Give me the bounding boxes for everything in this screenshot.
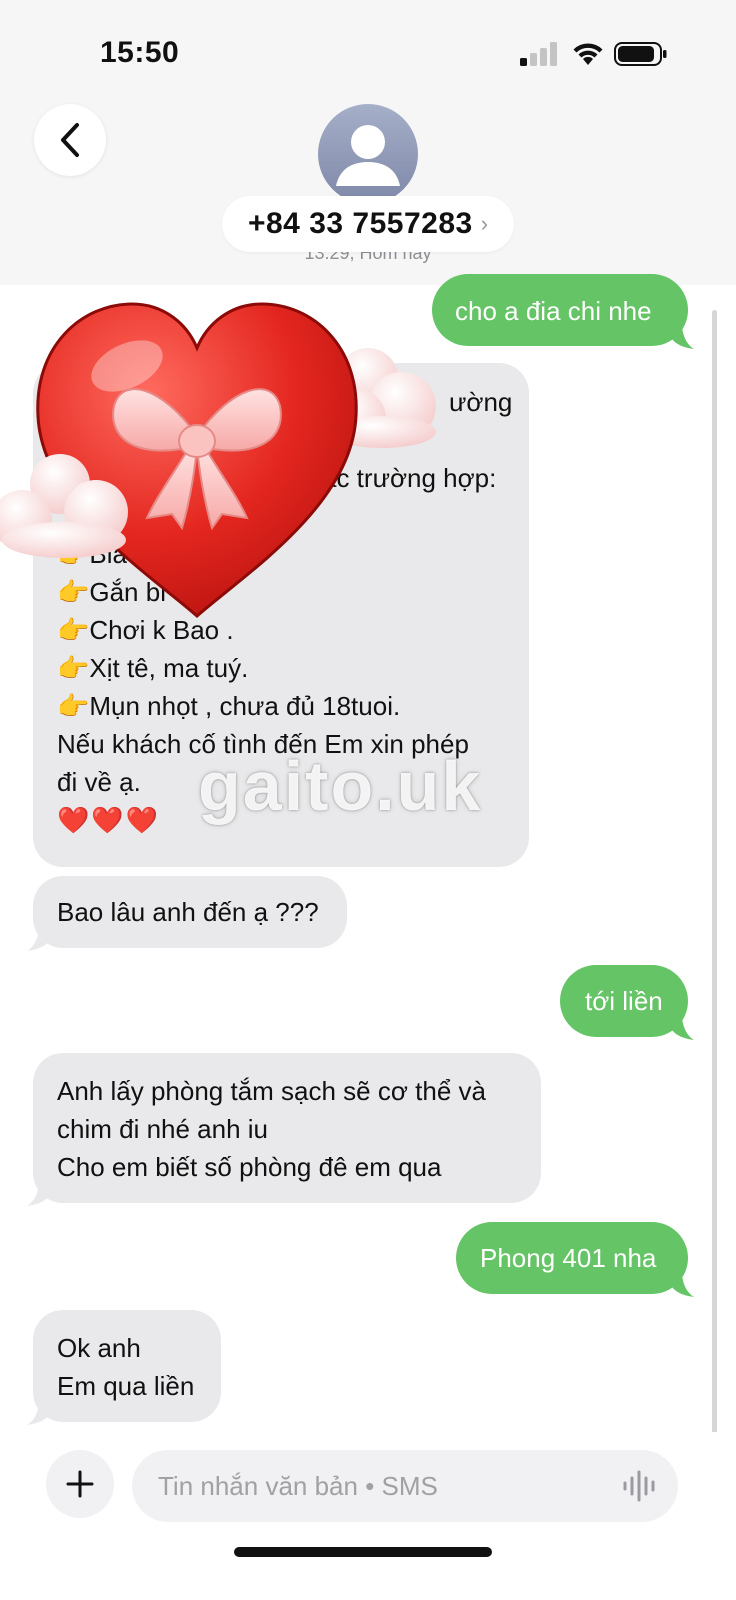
- bubble-tail: [672, 1018, 694, 1040]
- cloud-sticker: [0, 454, 128, 558]
- outgoing-message[interactable]: tới liền: [560, 965, 694, 1040]
- person-icon: [336, 125, 400, 186]
- message-line: cho a đia chi nhe: [455, 296, 652, 326]
- bubble-tail: [27, 1403, 49, 1425]
- message-input-placeholder: Tin nhắn văn bản • SMS: [158, 1470, 438, 1501]
- cellular-signal-icon: [520, 42, 557, 66]
- message-line: tới liền: [585, 986, 663, 1016]
- message-line: Em qua liền: [57, 1371, 195, 1401]
- message-line: Phong 401 nha: [480, 1243, 657, 1273]
- add-attachment-button[interactable]: [46, 1450, 114, 1518]
- message-line: Ok anh: [57, 1333, 141, 1363]
- contact-number: +84 33 7557283: [247, 207, 473, 240]
- bubble-tail: [27, 929, 49, 951]
- outgoing-message[interactable]: Phong 401 nha: [456, 1222, 694, 1297]
- message-line: Bao lâu anh đến ạ ???: [57, 897, 319, 927]
- status-bar: 15:50: [0, 0, 736, 100]
- status-time: 15:50: [100, 36, 180, 69]
- message-line: Cho em biết số phòng đê em qua: [57, 1152, 442, 1182]
- watermark-text: gaito.uk: [198, 747, 483, 825]
- contact-info-button[interactable]: +84 33 7557283 ›: [222, 196, 514, 252]
- message-line: ường: [449, 387, 513, 417]
- outgoing-message[interactable]: cho a đia chi nhe: [432, 274, 694, 349]
- incoming-message[interactable]: Anh lấy phòng tắm sạch sẽ cơ thể và chim…: [27, 1053, 541, 1206]
- message-line: 👉Xịt tê, ma tuý.: [57, 653, 249, 683]
- message-input[interactable]: Tin nhắn văn bản • SMS: [132, 1450, 678, 1522]
- bubble-tail: [672, 1275, 694, 1297]
- incoming-message[interactable]: Ok anh Em qua liền: [27, 1310, 221, 1425]
- incoming-message[interactable]: Bao lâu anh đến ạ ???: [27, 876, 347, 951]
- bubble-tail: [672, 327, 694, 349]
- chevron-left-icon: [61, 123, 79, 157]
- battery-icon: [614, 42, 667, 66]
- message-line: chim đi nhé anh iu: [57, 1114, 269, 1144]
- message-line: Anh lấy phòng tắm sạch sẽ cơ thể và: [57, 1076, 486, 1106]
- waveform-icon[interactable]: [622, 1470, 658, 1502]
- wifi-icon: [573, 43, 603, 65]
- back-button[interactable]: [34, 104, 106, 176]
- home-indicator[interactable]: [234, 1547, 492, 1557]
- plus-icon: [66, 1470, 94, 1498]
- chevron-right-icon: ›: [480, 211, 489, 236]
- contact-avatar[interactable]: [318, 104, 418, 204]
- message-line: 👉Mụn nhọt , chưa đủ 18tuoi.: [57, 691, 401, 721]
- bubble-tail: [27, 1184, 49, 1206]
- scrollbar[interactable]: [712, 310, 717, 1450]
